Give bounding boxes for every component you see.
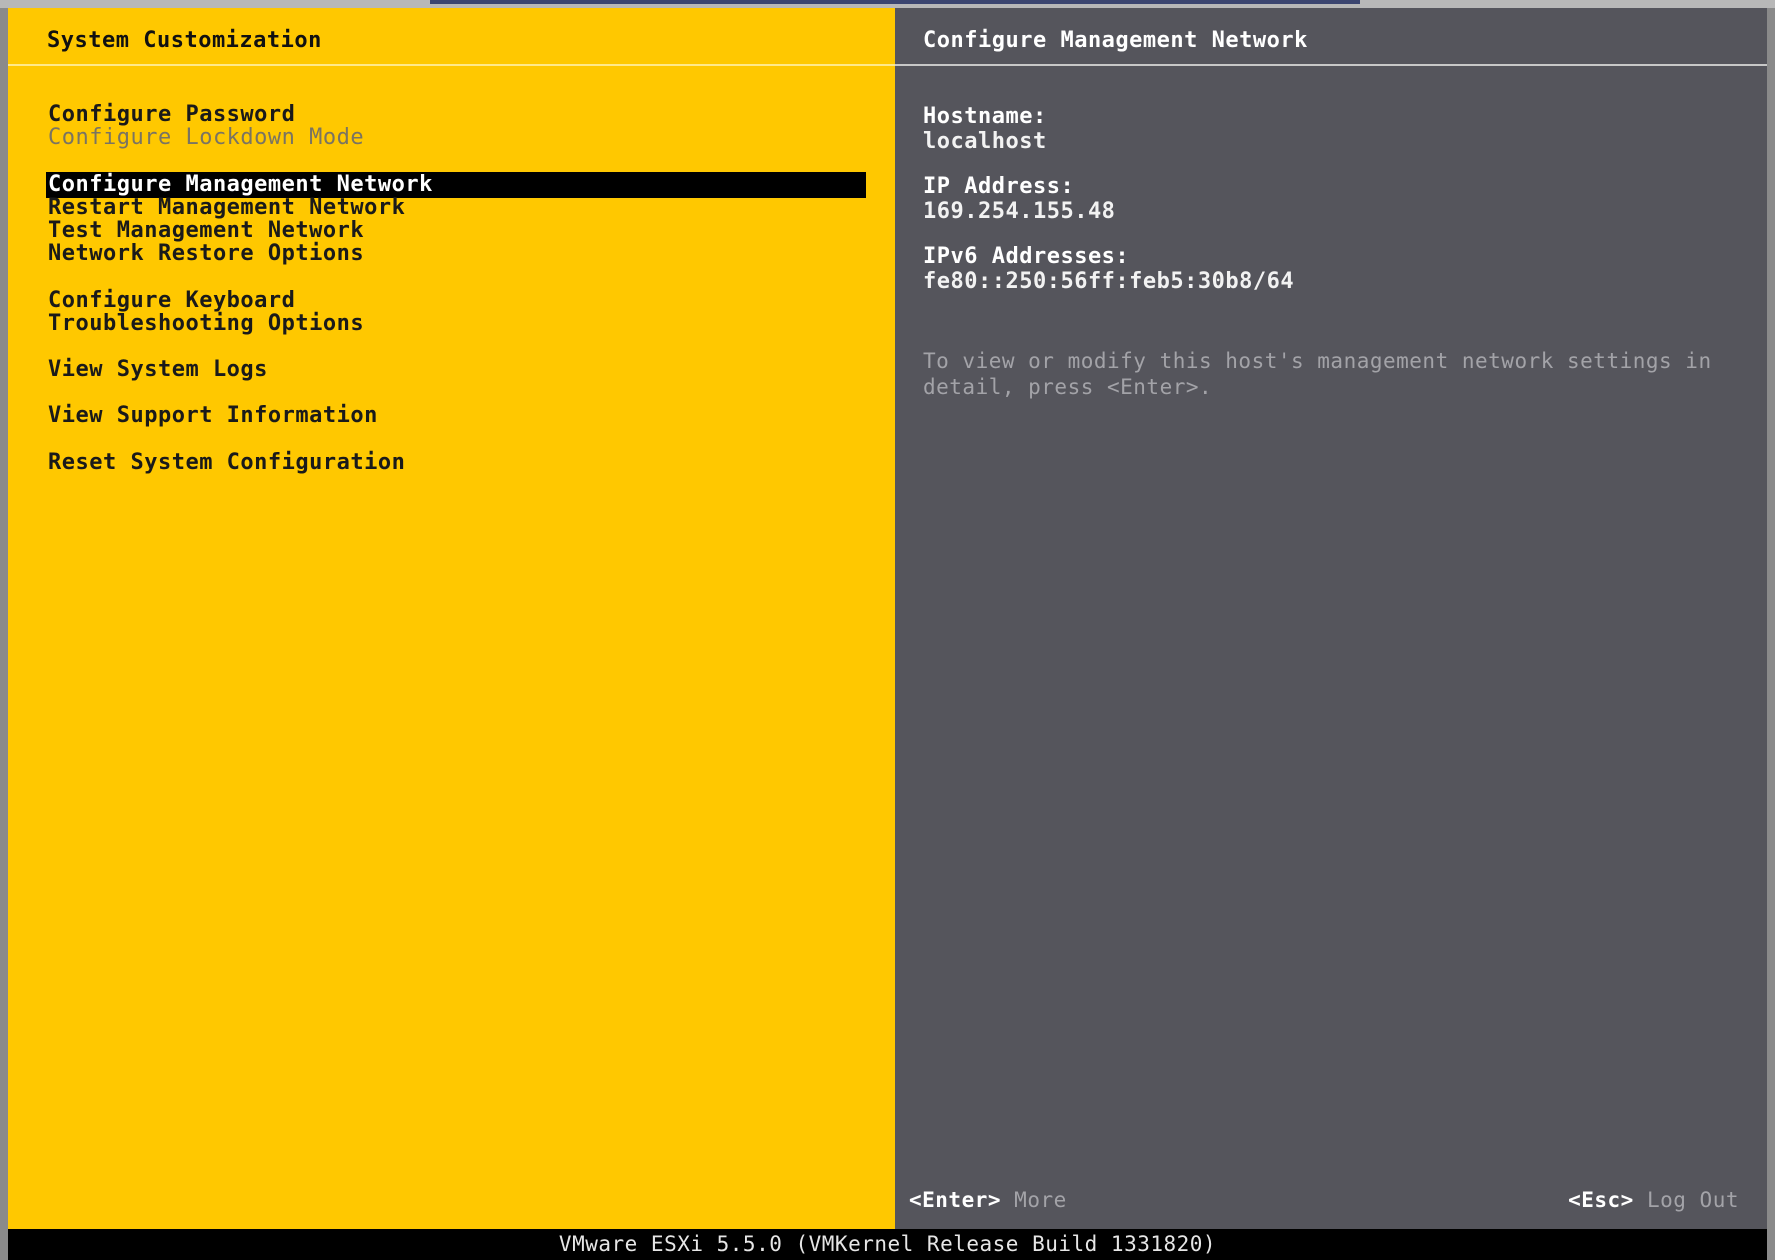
- dcui-console: System Customization Configure Password …: [8, 8, 1767, 1229]
- menu-item-view-support-information[interactable]: View Support Information: [46, 403, 866, 429]
- management-network-detail-pane: Configure Management Network Hostname: l…: [895, 8, 1767, 1229]
- esc-key-label: <Esc>: [1568, 1188, 1634, 1212]
- hostname-label: Hostname:: [923, 104, 1047, 129]
- ipv6-addresses-value: fe80::250:56ff:feb5:30b8/64: [923, 269, 1295, 294]
- menu-item-view-system-logs[interactable]: View System Logs: [46, 357, 866, 383]
- ipv6-addresses-label: IPv6 Addresses:: [923, 244, 1130, 269]
- esc-logout-hint[interactable]: <Esc> Log Out: [1568, 1188, 1739, 1212]
- menu-item-configure-lockdown-mode: Configure Lockdown Mode: [48, 125, 365, 150]
- detail-hint-text: To view or modify this host's management…: [923, 349, 1712, 399]
- window-top-accent: [430, 0, 1360, 4]
- ip-address-label: IP Address:: [923, 174, 1075, 199]
- esc-action-label: Log Out: [1646, 1188, 1739, 1212]
- enter-action-label: More: [1014, 1188, 1067, 1212]
- window-top-strip: [0, 0, 1775, 8]
- system-customization-pane: System Customization Configure Password …: [8, 8, 895, 1229]
- menu-item-troubleshooting-options[interactable]: Troubleshooting Options: [46, 311, 866, 337]
- left-pane-title: System Customization: [47, 28, 322, 53]
- left-pane-header: System Customization: [8, 8, 895, 66]
- menu-item-reset-system-configuration[interactable]: Reset System Configuration: [46, 450, 866, 476]
- enter-more-hint[interactable]: <Enter> More: [909, 1188, 1067, 1212]
- enter-key-label: <Enter>: [909, 1188, 1002, 1212]
- right-pane-header: Configure Management Network: [895, 8, 1767, 66]
- right-pane-title: Configure Management Network: [923, 28, 1308, 53]
- menu-item-network-restore-options[interactable]: Network Restore Options: [46, 241, 866, 267]
- ip-address-value: 169.254.155.48: [923, 199, 1116, 224]
- version-status-bar: VMware ESXi 5.5.0 (VMKernel Release Buil…: [8, 1229, 1767, 1260]
- hostname-value: localhost: [923, 129, 1047, 154]
